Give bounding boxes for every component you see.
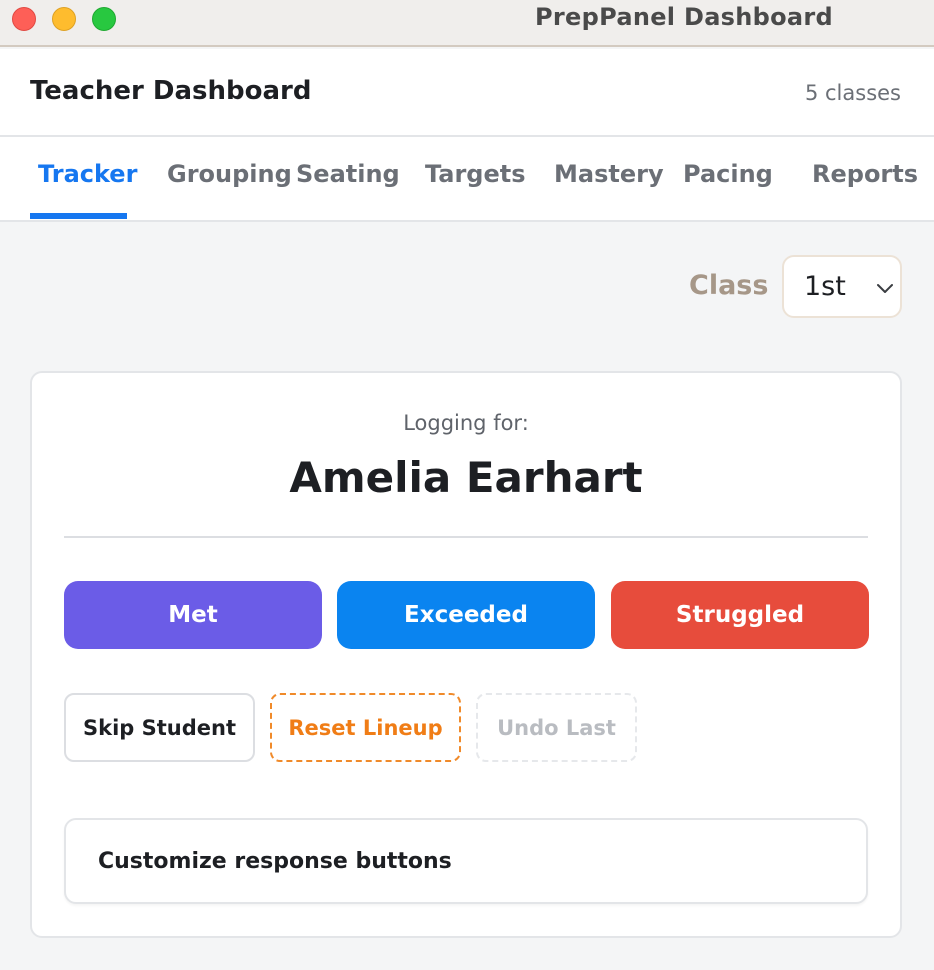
window-title: PrepPanel Dashboard: [535, 3, 834, 31]
window-maximize-button[interactable]: [92, 7, 116, 31]
tab-mastery[interactable]: Mastery: [554, 160, 664, 188]
reset-lineup-button[interactable]: Reset Lineup: [270, 693, 461, 762]
tab-tracker[interactable]: Tracker: [38, 160, 137, 188]
app-header: Teacher Dashboard 5 classes: [0, 49, 934, 137]
skip-student-button[interactable]: Skip Student: [64, 693, 255, 762]
logging-card: Logging for: Amelia Earhart Met Exceeded…: [30, 371, 902, 938]
window-minimize-button[interactable]: [52, 7, 76, 31]
window-close-button[interactable]: [12, 7, 36, 31]
customize-label: Customize response buttons: [98, 849, 452, 874]
tab-reports[interactable]: Reports: [812, 160, 918, 188]
divider: [64, 536, 868, 538]
tab-targets[interactable]: Targets: [425, 160, 526, 188]
struggled-button[interactable]: Struggled: [611, 581, 869, 649]
tab-seating[interactable]: Seating: [296, 160, 400, 188]
met-button[interactable]: Met: [64, 581, 322, 649]
class-select-value: 1st: [804, 271, 846, 302]
logging-for-label: Logging for:: [403, 411, 529, 435]
tab-grouping[interactable]: Grouping: [167, 160, 292, 188]
active-tab-indicator: [30, 213, 127, 219]
class-select-label: Class: [689, 270, 769, 301]
tab-pacing[interactable]: Pacing: [683, 160, 773, 188]
student-name: Amelia Earhart: [289, 453, 643, 502]
chevron-down-icon: [877, 284, 893, 293]
class-select[interactable]: 1st: [782, 255, 902, 318]
page-title: Teacher Dashboard: [30, 76, 312, 106]
tab-bar: Tracker Grouping Seating Targets Mastery…: [0, 137, 934, 222]
customize-response-buttons[interactable]: Customize response buttons: [64, 818, 868, 904]
undo-last-button[interactable]: Undo Last: [476, 693, 637, 762]
window-titlebar: PrepPanel Dashboard: [0, 0, 934, 47]
exceeded-button[interactable]: Exceeded: [337, 581, 595, 649]
class-count: 5 classes: [804, 81, 901, 105]
